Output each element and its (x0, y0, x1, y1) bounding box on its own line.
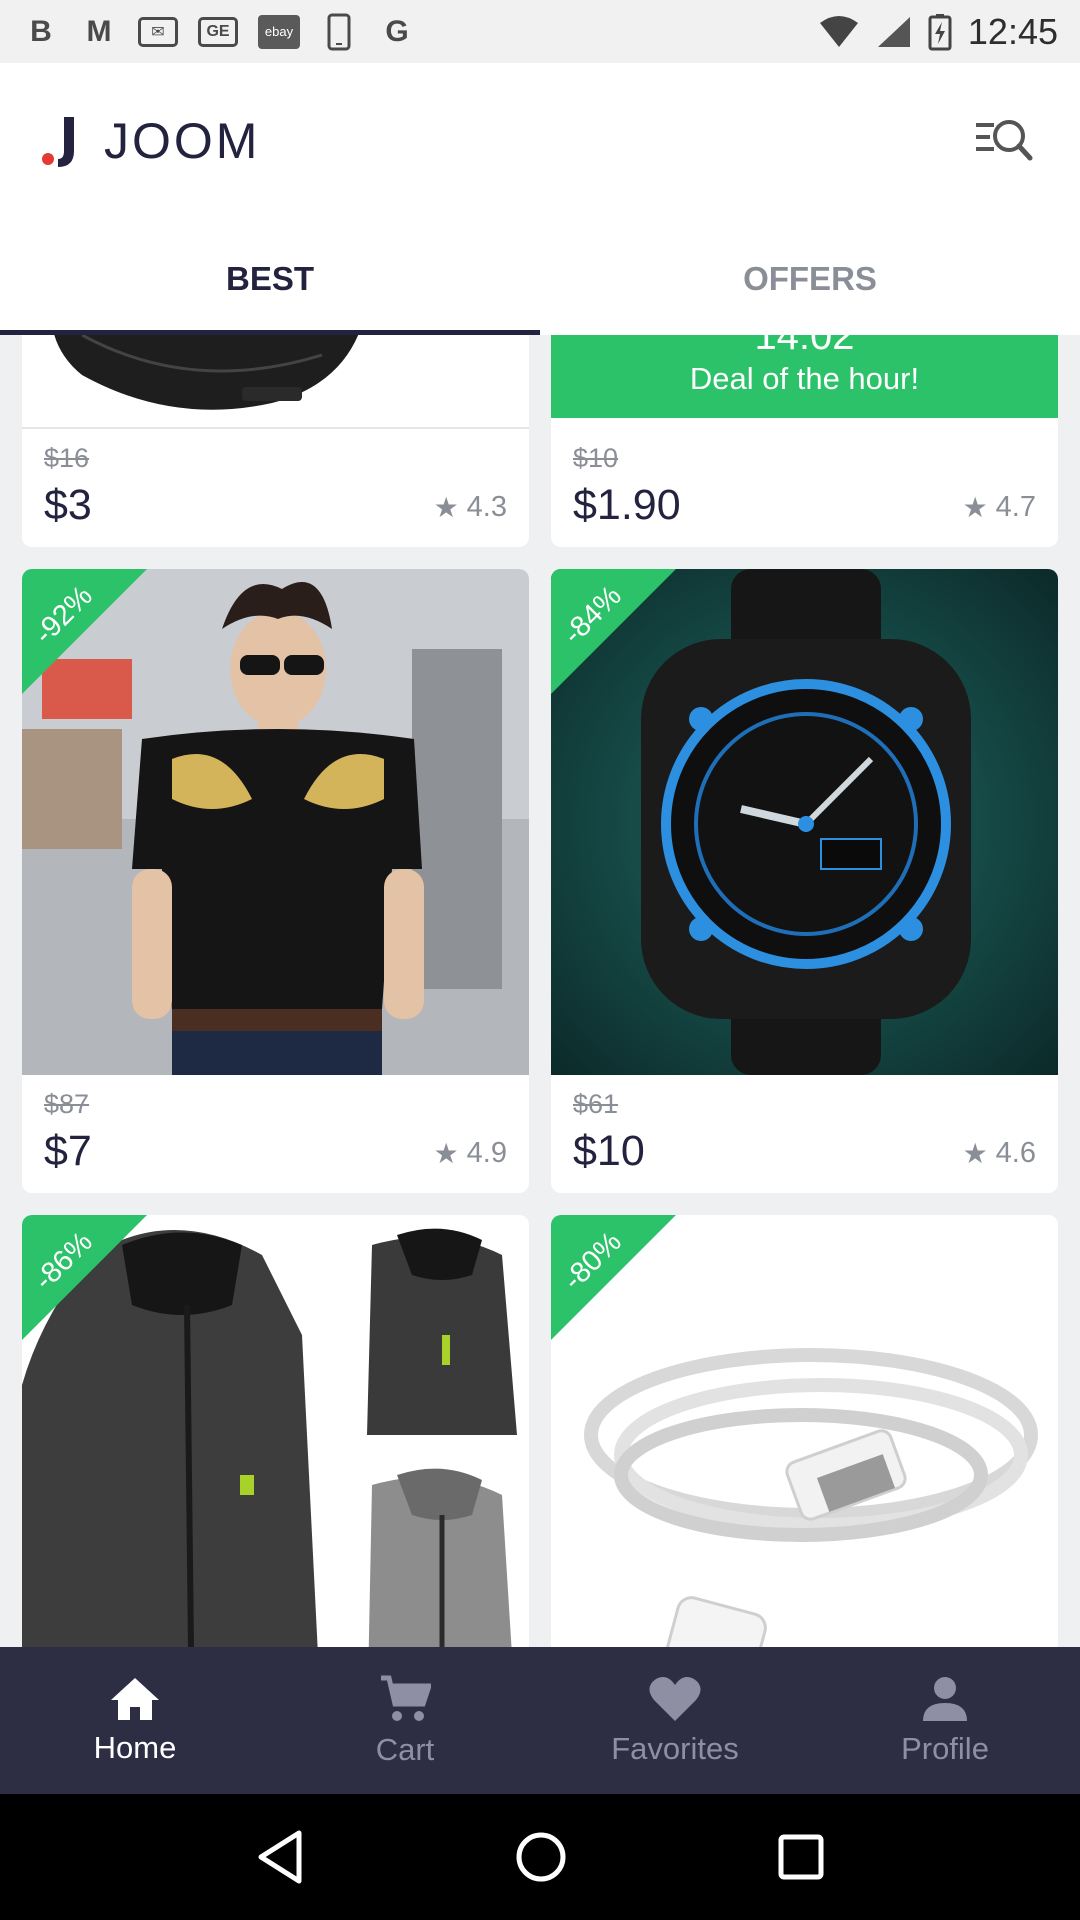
tab-bar: BEST OFFERS (0, 223, 1080, 335)
product-card[interactable]: -80% (551, 1215, 1058, 1647)
profile-icon (923, 1676, 967, 1721)
discount-badge: -84% (551, 569, 676, 694)
screen: B M ✉ GE ebay G 12:45 JOOM BEST OFFERS $… (0, 0, 1080, 1920)
rating: ★ 4.6 (963, 1137, 1036, 1170)
search-button[interactable] (964, 103, 1044, 173)
nav-home[interactable]: Home (0, 1647, 270, 1794)
deal-label: Deal of the hour! (689, 361, 920, 396)
cart-icon (381, 1675, 431, 1721)
wifi-icon (819, 15, 858, 47)
deal-timer: 14:02 (551, 335, 1058, 353)
nav-home-label: Home (93, 1729, 177, 1765)
tab-offers-label: OFFERS (743, 260, 877, 297)
old-price: $87 (44, 1089, 90, 1119)
ge-notification-icon: GE (198, 16, 238, 47)
nav-profile-label: Profile (901, 1730, 989, 1766)
bottom-navigation: Home Cart Favorites Profile (0, 1647, 1080, 1794)
product-image-wallet (22, 335, 529, 429)
price-area: $16 $3 ★ 4.3 (22, 429, 529, 547)
price-area: $87 $7 ★ 4.9 (22, 1075, 529, 1193)
price-area: $10 $1.90 ★ 4.7 (551, 429, 1058, 547)
clock: 12:45 (967, 10, 1058, 52)
heart-icon (649, 1676, 701, 1721)
product-card[interactable]: -84% $61 $10 ★ 4.6 (551, 569, 1058, 1193)
b-notification-icon: B (30, 14, 52, 48)
rating-value: 4.6 (995, 1137, 1036, 1169)
nav-profile[interactable]: Profile (810, 1647, 1080, 1794)
nav-favorites-label: Favorites (611, 1730, 739, 1766)
product-feed[interactable]: $16 $3 ★ 4.3 14:02 Deal of the hour! $10… (0, 335, 1080, 1647)
nav-cart-label: Cart (375, 1731, 435, 1767)
tab-offers[interactable]: OFFERS (540, 223, 1080, 335)
search-icon (976, 120, 1033, 161)
rating-value: 4.7 (995, 491, 1036, 523)
rating-value: 4.9 (466, 1137, 507, 1169)
notification-icons: B M ✉ GE ebay G (22, 13, 416, 50)
old-price: $61 (573, 1089, 619, 1119)
google-icon: G (385, 14, 409, 48)
star-icon: ★ (433, 1138, 459, 1169)
price-area: $61 $10 ★ 4.6 (551, 1075, 1058, 1193)
price: $10 (573, 1127, 645, 1175)
nav-favorites[interactable]: Favorites (540, 1647, 810, 1794)
star-icon: ★ (962, 492, 988, 523)
rating-value: 4.3 (466, 491, 507, 523)
price: $1.90 (573, 481, 681, 529)
home-circle-icon[interactable] (514, 1830, 568, 1884)
discount-badge: -86% (22, 1215, 147, 1340)
signal-icon (877, 16, 910, 47)
nav-cart[interactable]: Cart (270, 1647, 540, 1794)
price: $7 (44, 1127, 92, 1175)
m-notification-icon: M (86, 14, 112, 48)
status-bar: B M ✉ GE ebay G 12:45 (0, 0, 1080, 63)
tab-best-label: BEST (225, 260, 314, 297)
home-icon (111, 1677, 159, 1720)
product-card[interactable]: -92% $87 $7 ★ 4.9 (22, 569, 529, 1193)
joom-logo: JOOM (40, 111, 260, 171)
ebay-icon: ebay (258, 14, 300, 49)
deal-of-the-hour-banner: 14:02 Deal of the hour! (551, 335, 1058, 418)
system-status: 12:45 (818, 11, 1058, 53)
discount-badge: -80% (551, 1215, 676, 1340)
product-card[interactable]: $16 $3 ★ 4.3 (22, 335, 529, 547)
star-icon: ★ (433, 492, 459, 523)
discount-badge: -92% (22, 569, 147, 694)
back-icon[interactable] (255, 1829, 305, 1885)
gmail-icon: ✉ (138, 16, 178, 47)
app-header: JOOM BEST OFFERS (0, 63, 1080, 335)
product-card[interactable]: -86% (22, 1215, 529, 1647)
tab-best[interactable]: BEST (0, 223, 540, 335)
old-price: $10 (573, 443, 619, 473)
old-price: $16 (44, 443, 90, 473)
battery-icon (928, 13, 952, 50)
logo-text: JOOM (104, 113, 261, 169)
rating: ★ 4.7 (963, 491, 1036, 524)
product-card-deal[interactable]: 14:02 Deal of the hour! $10 $1.90 ★ 4.7 (551, 335, 1058, 547)
system-navigation-bar (0, 1794, 1080, 1920)
star-icon: ★ (962, 1138, 988, 1169)
rating: ★ 4.9 (434, 1137, 507, 1170)
price: $3 (44, 481, 92, 529)
rating: ★ 4.3 (434, 491, 507, 524)
phone-icon (320, 13, 358, 50)
recents-icon[interactable] (777, 1833, 825, 1881)
joom-logo-icon (42, 117, 74, 167)
